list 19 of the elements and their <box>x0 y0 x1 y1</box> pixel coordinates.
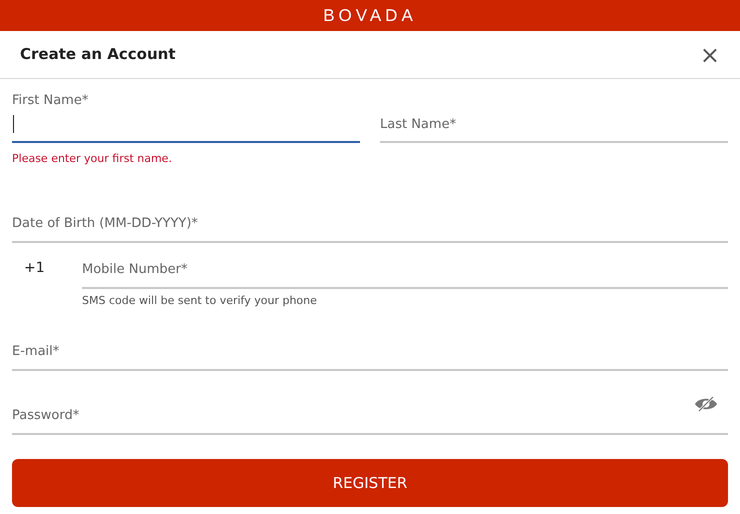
close-button[interactable]: × <box>700 42 720 66</box>
field-placeholder: Last Name* <box>380 116 456 134</box>
field-placeholder: Password* <box>12 406 80 424</box>
text-cursor <box>13 115 14 133</box>
input-field[interactable]: First Name* <box>12 79 360 143</box>
input-field[interactable]: Password* <box>12 371 728 435</box>
input-field[interactable]: Date of Birth (MM-DD-YYYY)* <box>12 179 728 243</box>
field-placeholder: E-mail* <box>12 342 60 360</box>
country-code: +1 <box>23 259 46 278</box>
field-placeholder: Mobile Number* <box>82 260 188 278</box>
input-field[interactable]: Last Name* <box>380 79 728 143</box>
eye-slash-icon[interactable] <box>694 395 718 413</box>
hint-text: SMS code will be sent to verify your phone <box>82 293 317 309</box>
input-field[interactable]: E-mail* <box>12 307 728 371</box>
register-button[interactable]: REGISTER <box>12 459 728 507</box>
brand-logo: BOVADA <box>323 4 417 27</box>
field-label: First Name* <box>12 92 88 110</box>
error-message: Please enter your first name. <box>12 151 172 167</box>
dialog-title: Create an Account <box>20 44 176 66</box>
